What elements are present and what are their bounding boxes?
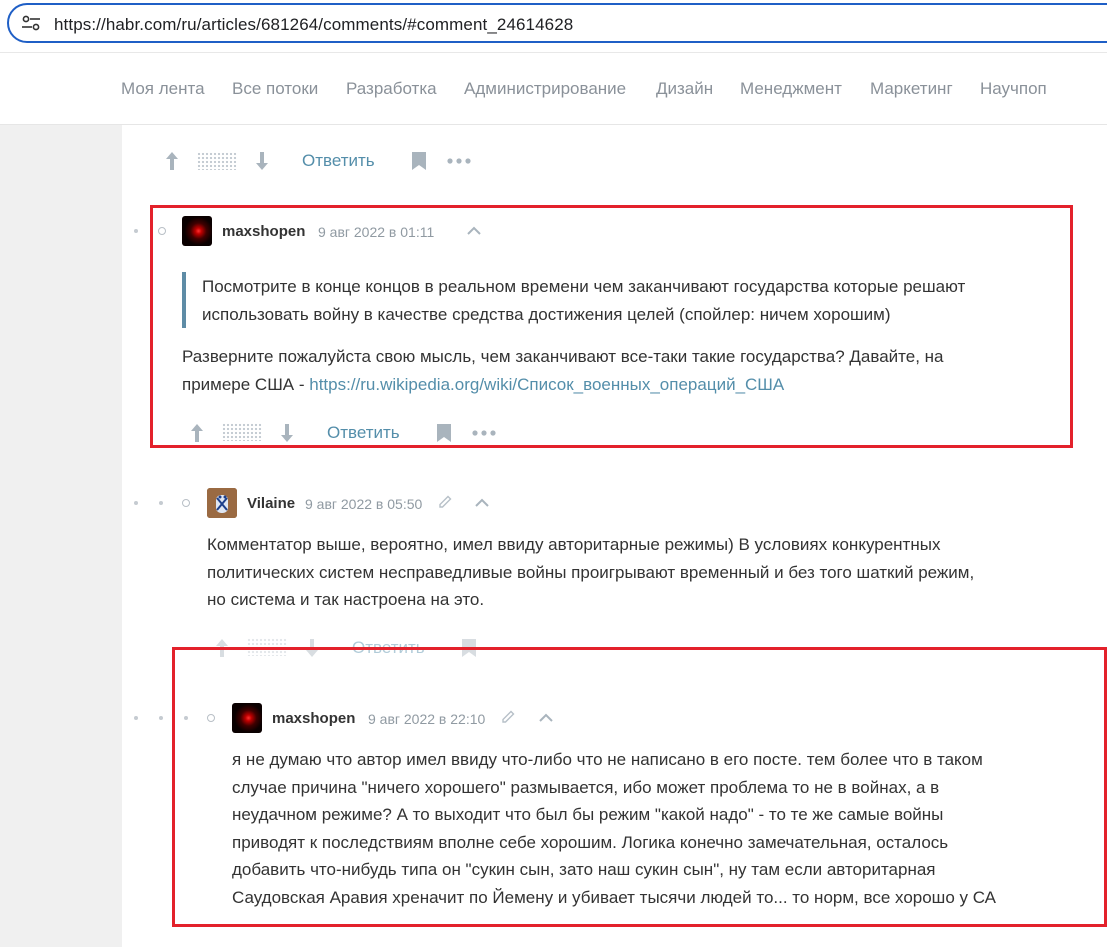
nav-item-development[interactable]: Разработка: [346, 79, 437, 99]
downvote-icon[interactable]: [254, 150, 270, 172]
bookmark-icon[interactable]: [411, 151, 427, 171]
thread-branch-icon[interactable]: [182, 499, 190, 507]
collapse-chevron-icon[interactable]: [474, 498, 490, 508]
highlight-box: [172, 647, 1107, 927]
nav-item-all-flows[interactable]: Все потоки: [232, 79, 318, 99]
upvote-icon[interactable]: [164, 150, 180, 172]
comment-author[interactable]: Vilaine: [247, 495, 295, 512]
thread-depth-dot: [159, 501, 163, 505]
thread-depth-dot: [159, 716, 163, 720]
body-line: политических систем несправедливые войны…: [207, 562, 975, 582]
comment-body: Комментатор выше, вероятно, имел ввиду а…: [207, 531, 1087, 614]
nav-item-design[interactable]: Дизайн: [656, 79, 713, 99]
edited-pencil-icon: [439, 495, 452, 508]
comment-date[interactable]: 9 авг 2022 в 05:50: [305, 496, 422, 512]
nav-item-feed[interactable]: Моя лента: [121, 79, 205, 99]
url-text: https://habr.com/ru/articles/681264/comm…: [54, 15, 574, 34]
reply-button[interactable]: Ответить: [302, 151, 375, 171]
more-icon[interactable]: [447, 157, 471, 165]
browser-address-bar: https://habr.com/ru/articles/681264/comm…: [0, 0, 1107, 53]
body-line: но система и так настроена на это.: [207, 590, 485, 609]
body-line: Комментатор выше, вероятно, имел ввиду а…: [207, 535, 941, 554]
site-settings-icon[interactable]: [21, 15, 41, 31]
url-field[interactable]: https://habr.com/ru/articles/681264/comm…: [7, 3, 1107, 43]
top-nav: Моя лента Все потоки Разработка Админист…: [0, 53, 1107, 125]
thread-depth-dot: [134, 501, 138, 505]
nav-item-admin[interactable]: Администрирование: [464, 79, 626, 99]
nav-item-popsci[interactable]: Научпоп: [980, 79, 1047, 99]
score-hidden: [197, 152, 237, 170]
thread-depth-dot: [134, 716, 138, 720]
highlight-box: [150, 205, 1073, 448]
avatar[interactable]: [207, 488, 237, 518]
thread-depth-dot: [134, 229, 138, 233]
nav-item-marketing[interactable]: Маркетинг: [870, 79, 953, 99]
nav-item-management[interactable]: Менеджмент: [740, 79, 842, 99]
